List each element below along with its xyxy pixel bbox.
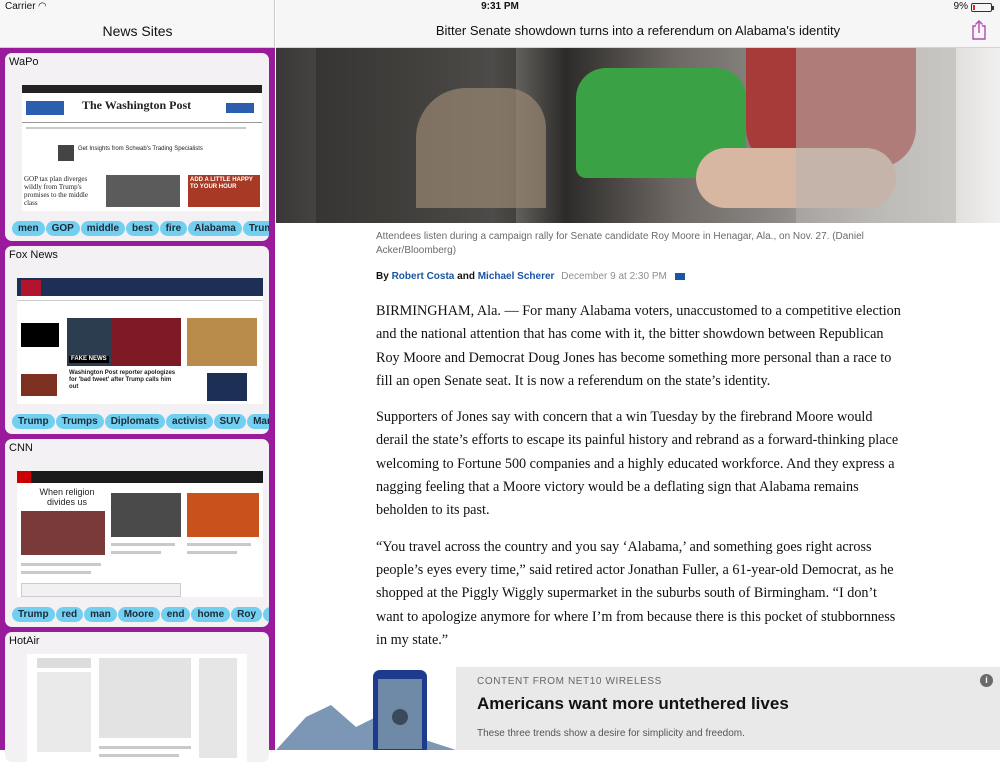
keyword-tag[interactable]: Trump xyxy=(12,414,55,429)
status-bar: Carrier ◠ 9:31 PM 9% xyxy=(0,0,1000,14)
keyword-tag[interactable]: Diplomats xyxy=(104,414,166,429)
article-title: Bitter Senate showdown turns into a refe… xyxy=(435,23,841,38)
byline-prefix: By xyxy=(376,271,389,282)
keyword-tag[interactable]: fire xyxy=(159,221,188,236)
thumb-masthead: The Washington Post xyxy=(82,98,192,112)
site-card-fox-news[interactable]: Fox News FAKE NEWS Washington Post repor… xyxy=(5,246,269,434)
keyword-tag[interactable]: Alabama xyxy=(188,221,242,236)
article-paragraph: “You travel across the country and you s… xyxy=(376,538,896,648)
article-paragraph: BIRMINGHAM, Ala. — For many Alabama vote… xyxy=(376,303,901,389)
keyword-tag[interactable]: year xyxy=(263,607,269,622)
keyword-tag[interactable]: Roy xyxy=(231,607,263,622)
keyword-tag[interactable]: Trump xyxy=(12,607,55,622)
keyword-tag[interactable]: SUV xyxy=(213,414,247,429)
hero-photo xyxy=(276,48,1000,223)
site-card-hotair[interactable]: HotAir xyxy=(5,632,269,762)
site-name: Fox News xyxy=(9,249,58,261)
thumb-headline: GOP tax plan diverges wildly from Trump'… xyxy=(24,175,88,207)
keyword-tag[interactable]: best xyxy=(126,221,159,236)
keyword-tag[interactable]: men xyxy=(12,221,45,236)
tag-list: TrumpredmanMooreendhomeRoyyear xyxy=(12,604,269,622)
article-body: BIRMINGHAM, Ala. — For many Alabama vote… xyxy=(376,300,906,665)
ad-illustration[interactable] xyxy=(276,667,456,750)
ad-subtitle: These three trends show a desire for sim… xyxy=(477,728,745,739)
battery-icon xyxy=(971,3,994,12)
thumb-banner: FAKE NEWS xyxy=(69,356,109,363)
keyword-tag[interactable]: GOP xyxy=(45,221,80,236)
clock: 9:31 PM xyxy=(481,1,519,12)
site-thumbnail[interactable]: The Washington Post Get Insights from Sc… xyxy=(22,85,262,211)
battery-percent: 9% xyxy=(953,1,968,12)
thumb-headline: Washington Post reporter apologizes for … xyxy=(69,370,176,390)
info-icon[interactable]: i xyxy=(980,674,993,687)
byline-and: and xyxy=(457,271,475,282)
site-name: HotAir xyxy=(9,635,40,647)
keyword-tag[interactable]: red xyxy=(55,607,84,622)
tag-list: menGOPmiddlebestfireAlabamaTrumpde xyxy=(12,218,269,236)
thumb-headline: When religion divides us xyxy=(39,487,95,507)
keyword-tag[interactable]: activist xyxy=(166,414,213,429)
ad-headline[interactable]: Americans want more untethered lives xyxy=(477,694,789,714)
thumb-ad-text: Get Insights from Schwab's Trading Speci… xyxy=(78,146,203,152)
site-card-cnn[interactable]: CNN When religion divides us Trump red man… xyxy=(5,439,269,627)
publish-date: December 9 at 2:30 PM xyxy=(561,271,667,282)
byline: By Robert Costa and Michael Scherer Dece… xyxy=(376,271,685,282)
keyword-tag[interactable]: end xyxy=(160,607,191,622)
sidebar: News Sites WaPo The Washington Post Get … xyxy=(0,0,275,762)
thumb-promo: ADD A LITTLE HAPPY TO YOUR HOUR xyxy=(190,177,253,190)
email-icon[interactable] xyxy=(674,272,685,280)
keyword-tag[interactable]: man xyxy=(84,607,117,622)
sidebar-title: News Sites xyxy=(102,23,173,39)
keyword-tag[interactable]: Trump xyxy=(242,221,269,236)
author-link[interactable]: Robert Costa xyxy=(392,271,455,282)
site-thumbnail[interactable] xyxy=(27,654,247,762)
site-name: CNN xyxy=(9,442,33,454)
sponsored-content[interactable]: CONTENT FROM NET10 WIRELESS Americans wa… xyxy=(456,667,1000,750)
author-link[interactable]: Michael Scherer xyxy=(478,271,555,282)
site-list[interactable]: WaPo The Washington Post Get Insights fr… xyxy=(0,48,275,762)
keyword-tag[interactable]: Trumps xyxy=(55,414,104,429)
site-thumbnail[interactable]: FAKE NEWS Washington Post reporter apolo… xyxy=(17,278,263,404)
tag-list: TrumpTrumpsDiplomatsactivistSUVMartha xyxy=(12,411,269,429)
site-name: WaPo xyxy=(9,56,39,68)
keyword-tag[interactable]: middle xyxy=(80,221,126,236)
keyword-tag[interactable]: home xyxy=(191,607,231,622)
article-paragraph: Supporters of Jones say with concern tha… xyxy=(376,409,899,519)
share-icon[interactable] xyxy=(971,20,987,40)
photo-caption: Attendees listen during a campaign rally… xyxy=(376,231,864,256)
keyword-tag[interactable]: Martha xyxy=(247,414,269,429)
site-thumbnail[interactable]: When religion divides us xyxy=(17,471,263,597)
site-card-wapo[interactable]: WaPo The Washington Post Get Insights fr… xyxy=(5,53,269,241)
keyword-tag[interactable]: Moore xyxy=(117,607,160,622)
ad-label: CONTENT FROM NET10 WIRELESS xyxy=(477,676,662,687)
